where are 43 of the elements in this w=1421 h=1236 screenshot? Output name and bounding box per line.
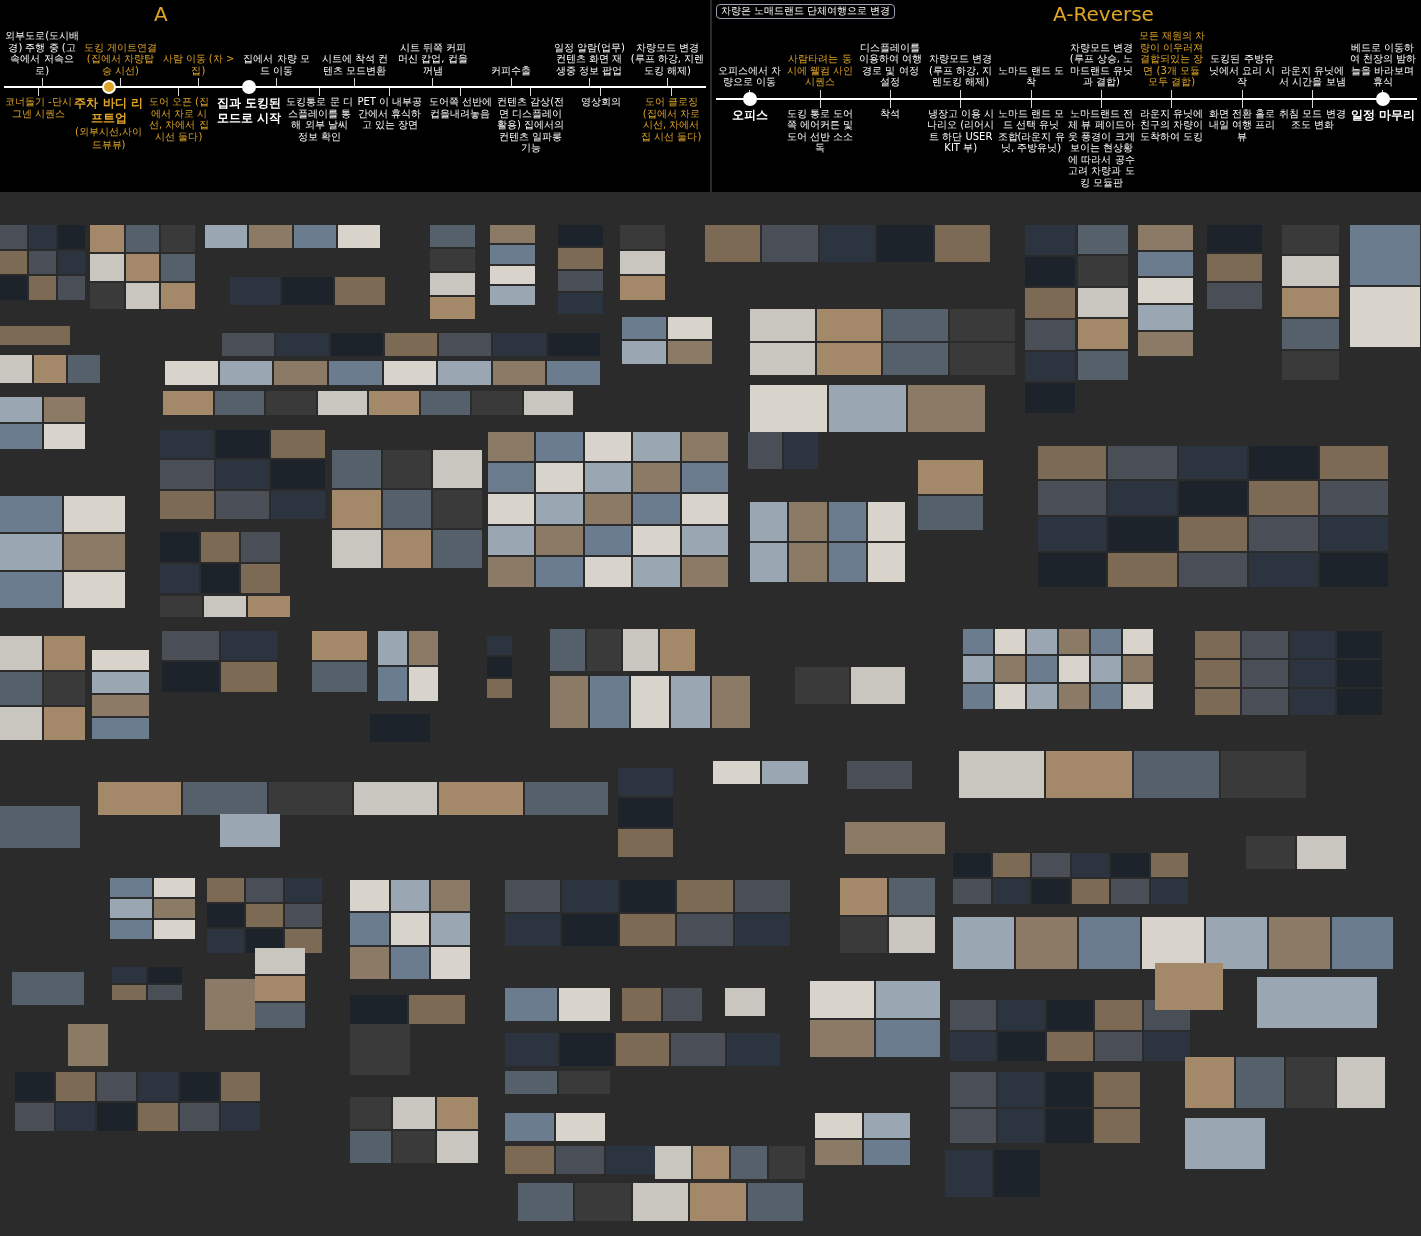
timeline-note: 도킹통로 문 디스플레이를 통해 외부 날씨 정보 확인 — [285, 96, 354, 142]
timeline-note: 도킹 게이트연결 (집에서 차량탑승 시선) — [82, 41, 158, 76]
timeline-note: 일정 알람(업무) 컨텐츠 화면 재생중 정보 팝업 — [552, 41, 626, 76]
timeline-note: 라운지 유닛에 친구의 차량이 도착하여 도킹 — [1139, 107, 1205, 142]
milestone-label: 주차 바디 리프트업 — [74, 96, 143, 126]
timeline-note: 차량모드 변경(루프 상승, 노마드랜드 유닛과 결합) — [1068, 41, 1135, 88]
timeline-note: 라운지 유닛에서 시간을 보냄 — [1278, 64, 1347, 88]
timeline-note: 노마드랜드 전체 뷰 페이드아웃 풍경이 크게 보이는 현상황에 따라서 공수 고려 차량과 도킹 모듈판 — [1067, 107, 1136, 188]
timeline-note: 집에서 차량 모드 이동 — [242, 53, 311, 76]
timeline-note: 시트 뒤쪽 커피머신 캅업, 컵을 꺼냄 — [397, 41, 469, 76]
timeline-note: 도킹 통로 도어쪽 에어커튼 및 도어 선반 소소독 — [785, 107, 855, 154]
timeline-note: 도어쪽 선반에 컵을내려놓음 — [427, 96, 493, 119]
timeline-note: 코너돌기 -단시그넨 시퀀스 — [4, 96, 73, 119]
milestone-label: 집과 도킹된 모드로 시작 — [216, 96, 283, 126]
milestone-label: 오피스 — [731, 107, 768, 123]
timeline-note: 외부도로(도시배경) 주행 중 (고속에서 저속으로) — [4, 30, 81, 76]
timeline-note: 도어 오픈 (집에서 차로 시선, 차에서 집 시선 둘다) — [147, 96, 210, 142]
timeline-note: 취침 모드 변경 조도 변화 — [1278, 107, 1347, 131]
timeline-note: 모든 재원의 차량이 이우러져 결합되있는 장면 (3개 모듈 모두 결합) — [1137, 30, 1206, 88]
milestone-label: 일정 마무리 — [1350, 107, 1415, 123]
timeline-note: 도어 클로징 (집에서 차로 시선, 차에서 집 시선 둘다) — [640, 96, 703, 142]
section-label: A-Reverse — [1053, 4, 1154, 24]
timeline-note: 화면 전환 홀로 내일 여행 프리뷰 — [1207, 107, 1277, 142]
section-label: A — [154, 4, 168, 24]
timeline-note: 오피스에서 차량으로 이동 — [717, 64, 783, 88]
timeline-note: PET 이 내부공간에서 휴식하고 있는 장면 — [356, 96, 424, 131]
milestone-caption: (외부시선,사이드뷰뷰) — [74, 126, 143, 151]
timeline-note: 차량모드 변경(루프 하강, 지렌도킹 해제) — [629, 41, 706, 76]
timeline-note: 컨텐츠 감상(전면 디스플레이 활용) 집에서의 컨텐츠 일파롱 기능 — [496, 96, 565, 154]
note-box: 차량은 노매드랜드 단체여행으로 변경 — [715, 4, 896, 19]
timeline-note: 시트에 착석 컨텐츠 모드변환 — [320, 53, 389, 76]
timeline-note: 노마드 랜드 모드 선택 유닛 조합(라운지 유닛, 주방유닛) — [996, 107, 1066, 154]
timeline-note: 베드로 이동하여 천장의 밤하늘을 바라보며 휴식 — [1348, 41, 1417, 88]
timeline-note: 사람타려는 동시에 웰컴 사인 시퀀스 — [785, 53, 855, 88]
timeline-note: 냉장고 이용 시나리오 (리어시트 하단 USER KIT 부) — [926, 107, 995, 154]
timeline-note: 영상회의 — [580, 96, 621, 108]
timeline-note: 착석 — [880, 107, 901, 119]
timeline-note: 도킹된 주방유닛에서 요리 시작 — [1207, 53, 1277, 88]
timeline-note: 차량모드 변경(루프 하강, 지렌도킹 해제) — [928, 53, 994, 88]
timeline-note: 노마드 랜드 도착 — [996, 64, 1066, 88]
timeline-note: 디스플레이를 이용하여 여행 경로 및 여정 설정 — [857, 41, 923, 88]
timeline-note: 사람 이동 (차 > 집) — [161, 53, 236, 76]
timeline-note: 커피수출 — [491, 64, 532, 76]
